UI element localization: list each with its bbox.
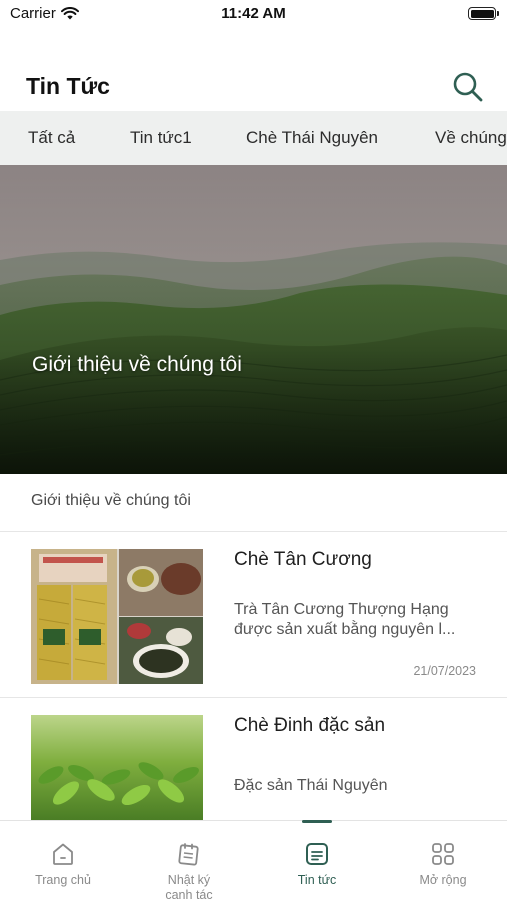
hero-banner[interactable]: Giới thiệu về chúng tôi (0, 165, 507, 474)
news-title: Chè Đinh đặc sản (234, 715, 386, 736)
tab-news1[interactable]: Tin tức1 (130, 128, 192, 148)
tabbar-label: Trang chủ (35, 873, 91, 887)
tab-all[interactable]: Tất cả (28, 128, 75, 148)
tabbar-label: Mở rộng (419, 873, 467, 887)
tabbar-label: Nhật ký canh tác (165, 873, 213, 900)
status-time: 11:42 AM (221, 5, 286, 22)
tea-hills-image (0, 165, 507, 474)
grid-icon (432, 843, 454, 865)
news-excerpt: Đặc sản Thái Nguyên (234, 777, 388, 794)
tea-leaves-image (31, 715, 203, 820)
bottom-tab-bar: Trang chủ Nhật ký canh tác Tin tức Mở rộ… (0, 820, 507, 900)
news-thumbnail (31, 549, 203, 684)
tabbar-label: Tin tức (297, 873, 337, 887)
news-date: 21/07/2023 (413, 664, 476, 678)
journal-icon (178, 843, 199, 866)
tabbar-item-news[interactable]: Tin tức (254, 820, 380, 900)
search-button[interactable] (451, 70, 485, 104)
tabbar-item-journal[interactable]: Nhật ký canh tác (126, 821, 252, 900)
news-icon (306, 843, 328, 865)
app-header: Tin Tức (0, 60, 507, 112)
news-thumbnail (31, 715, 203, 820)
search-icon (453, 72, 483, 102)
status-bar: Carrier 11:42 AM (0, 0, 507, 30)
section-title: Giới thiệu về chúng tôi (31, 492, 191, 509)
active-tab-indicator (302, 820, 332, 823)
tab-thai-nguyen-tea[interactable]: Chè Thái Nguyên (246, 128, 378, 148)
news-item[interactable]: Chè Tân Cương Trà Tân Cương Thượng Hạng … (0, 532, 507, 697)
news-excerpt: Trà Tân Cương Thượng Hạng được sản xuất … (234, 601, 456, 638)
page-title: Tin Tức (26, 73, 110, 99)
tea-products-image (31, 549, 203, 684)
news-item[interactable]: Chè Đinh đặc sản Đặc sản Thái Nguyên (0, 698, 507, 820)
home-icon (53, 843, 73, 865)
tab-about-us[interactable]: Về chúng (435, 128, 507, 148)
hero-title: Giới thiệu về chúng tôi (32, 353, 242, 376)
tabbar-item-home[interactable]: Trang chủ (0, 821, 126, 900)
battery-icon (468, 7, 499, 20)
news-title: Chè Tân Cương (234, 549, 372, 570)
tabbar-item-more[interactable]: Mở rộng (380, 821, 506, 900)
category-tabs: Tất cả Tin tức1 Chè Thái Nguyên Về chúng (0, 111, 507, 165)
